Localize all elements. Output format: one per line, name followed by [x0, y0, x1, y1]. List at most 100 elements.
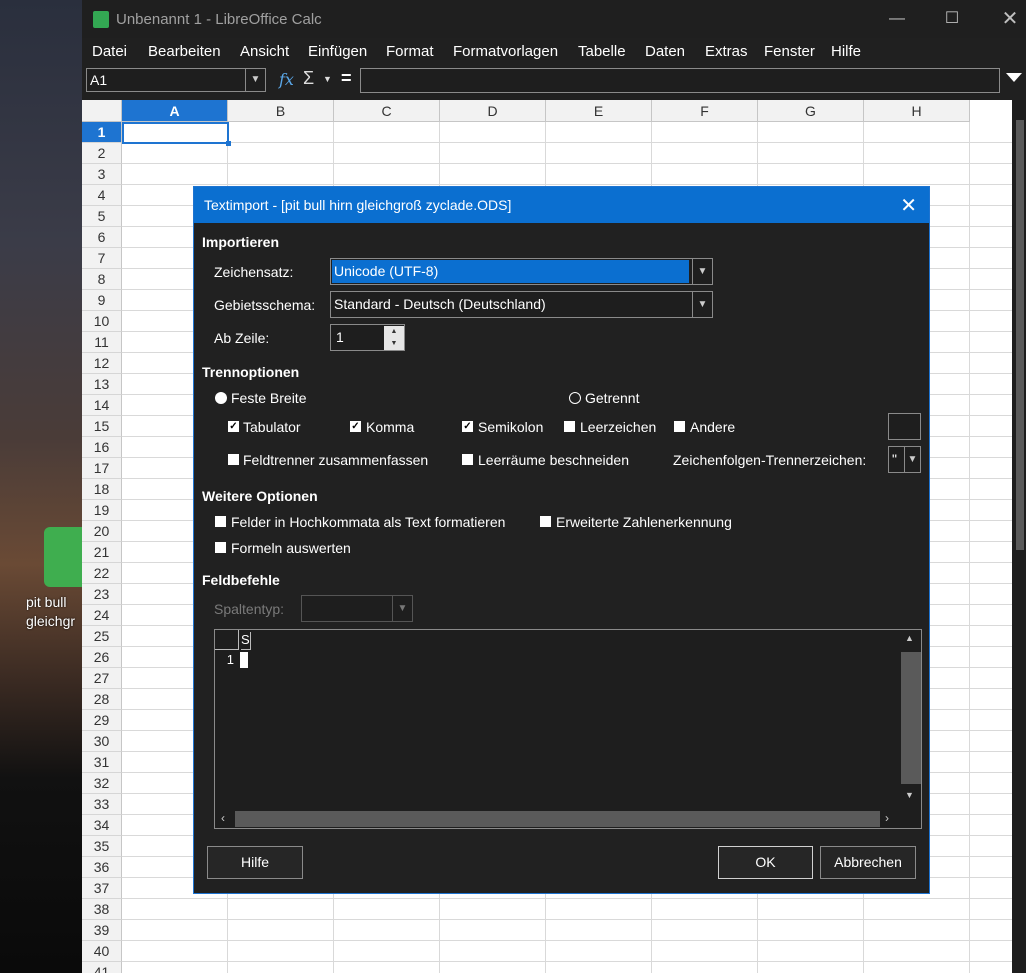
menu-bearbeiten[interactable]: Bearbeiten [148, 43, 221, 60]
fixed-width-label[interactable]: Feste Breite [231, 390, 306, 406]
locale-dropdown[interactable]: Standard - Deutsch (Deutschland) ▼ [330, 291, 713, 318]
chevron-down-icon[interactable]: ▼ [692, 292, 712, 317]
select-all-corner[interactable] [82, 100, 122, 122]
formula-icon[interactable]: = [341, 68, 352, 89]
tab-checkbox[interactable]: ✓ [228, 421, 239, 432]
chevron-down-icon[interactable]: ▼ [392, 596, 412, 621]
separated-label[interactable]: Getrennt [585, 390, 639, 406]
quoted-as-text-label[interactable]: Felder in Hochkommata als Text formatier… [231, 514, 505, 530]
row-header-23[interactable]: 23 [82, 584, 122, 605]
preview-scroll-thumb[interactable] [901, 652, 921, 784]
row-header-31[interactable]: 31 [82, 752, 122, 773]
selected-cell-a1[interactable] [122, 122, 229, 144]
vertical-scrollbar[interactable] [1012, 100, 1026, 973]
preview-cell[interactable] [240, 652, 248, 668]
row-header-30[interactable]: 30 [82, 731, 122, 752]
row-header-7[interactable]: 7 [82, 248, 122, 269]
space-label[interactable]: Leerzeichen [580, 419, 656, 435]
function-wizard-icon[interactable]: 𝑓x [279, 70, 294, 89]
menu-formatvorlagen[interactable]: Formatvorlagen [453, 43, 558, 60]
row-header-18[interactable]: 18 [82, 479, 122, 500]
row-header-12[interactable]: 12 [82, 353, 122, 374]
detect-special-checkbox[interactable] [540, 516, 551, 527]
merge-delimiters-checkbox[interactable] [228, 454, 239, 465]
close-icon[interactable]: ✕ [1000, 9, 1020, 29]
ok-button[interactable]: OK [718, 846, 813, 879]
semicolon-label[interactable]: Semikolon [478, 419, 543, 435]
string-delimiter-dropdown[interactable]: " ▼ [888, 446, 921, 473]
row-header-22[interactable]: 22 [82, 563, 122, 584]
row-header-9[interactable]: 9 [82, 290, 122, 311]
row-header-35[interactable]: 35 [82, 836, 122, 857]
row-header-26[interactable]: 26 [82, 647, 122, 668]
trim-spaces-label[interactable]: Leerräume beschneiden [478, 452, 629, 468]
row-header-10[interactable]: 10 [82, 311, 122, 332]
spin-down-icon[interactable]: ▼ [384, 338, 404, 350]
import-preview[interactable]: S 1 ▲ ▼ ‹ › [214, 629, 922, 829]
column-header-c[interactable]: C [334, 100, 440, 122]
semicolon-checkbox[interactable]: ✓ [462, 421, 473, 432]
cancel-button[interactable]: Abbrechen [820, 846, 916, 879]
tab-label[interactable]: Tabulator [243, 419, 301, 435]
chevron-left-icon[interactable]: ‹ [221, 811, 225, 825]
row-header-36[interactable]: 36 [82, 857, 122, 878]
other-separator-input[interactable] [888, 413, 921, 440]
row-header-20[interactable]: 20 [82, 521, 122, 542]
minimize-icon[interactable]: — [887, 9, 907, 29]
chevron-up-icon[interactable]: ▲ [905, 633, 914, 643]
menu-datei[interactable]: Datei [92, 43, 127, 60]
row-header-11[interactable]: 11 [82, 332, 122, 353]
evaluate-formulas-checkbox[interactable] [215, 542, 226, 553]
formula-input[interactable] [360, 68, 1000, 93]
menu-fenster[interactable]: Fenster [764, 43, 815, 60]
row-header-17[interactable]: 17 [82, 458, 122, 479]
row-header-3[interactable]: 3 [82, 164, 122, 185]
name-box[interactable]: A1 ▼ [86, 68, 266, 92]
scrollbar-thumb[interactable] [1016, 120, 1024, 550]
chevron-down-icon[interactable]: ▼ [245, 69, 265, 91]
row-header-5[interactable]: 5 [82, 206, 122, 227]
other-label[interactable]: Andere [690, 419, 735, 435]
sum-dropdown-icon[interactable]: ▼ [323, 74, 332, 84]
row-header-6[interactable]: 6 [82, 227, 122, 248]
column-header-f[interactable]: F [652, 100, 758, 122]
row-header-34[interactable]: 34 [82, 815, 122, 836]
charset-dropdown[interactable]: Unicode (UTF-8) ▼ [330, 258, 713, 285]
desktop-icon-label[interactable]: pit bull gleichgr [26, 593, 82, 631]
row-header-25[interactable]: 25 [82, 626, 122, 647]
chevron-down-icon[interactable]: ▼ [692, 259, 712, 284]
row-header-37[interactable]: 37 [82, 878, 122, 899]
menu-ansicht[interactable]: Ansicht [240, 43, 289, 60]
help-button[interactable]: Hilfe [207, 846, 303, 879]
close-icon[interactable]: ✕ [900, 193, 917, 218]
preview-hscroll-thumb[interactable] [235, 811, 880, 827]
trim-spaces-checkbox[interactable] [462, 454, 473, 465]
separated-radio[interactable] [569, 392, 581, 404]
chevron-down-icon[interactable]: ▼ [904, 447, 920, 472]
row-header-13[interactable]: 13 [82, 374, 122, 395]
row-header-40[interactable]: 40 [82, 941, 122, 962]
preview-horizontal-scrollbar[interactable]: ‹ › [215, 810, 921, 828]
menu-tabelle[interactable]: Tabelle [578, 43, 626, 60]
column-header-d[interactable]: D [440, 100, 546, 122]
row-header-39[interactable]: 39 [82, 920, 122, 941]
preview-column-header[interactable]: S [241, 632, 251, 650]
merge-delimiters-label[interactable]: Feldtrenner zusammenfassen [243, 452, 428, 468]
sum-icon[interactable]: Σ [303, 68, 314, 89]
menu-einfuegen[interactable]: Einfügen [308, 43, 367, 60]
evaluate-formulas-label[interactable]: Formeln auswerten [231, 540, 351, 556]
row-header-15[interactable]: 15 [82, 416, 122, 437]
space-checkbox[interactable] [564, 421, 575, 432]
row-header-33[interactable]: 33 [82, 794, 122, 815]
fill-handle[interactable] [226, 141, 231, 146]
row-header-8[interactable]: 8 [82, 269, 122, 290]
chevron-down-icon[interactable]: ▼ [905, 790, 914, 800]
comma-checkbox[interactable]: ✓ [350, 421, 361, 432]
row-header-19[interactable]: 19 [82, 500, 122, 521]
menu-extras[interactable]: Extras [705, 43, 748, 60]
comma-label[interactable]: Komma [366, 419, 414, 435]
row-header-41[interactable]: 41 [82, 962, 122, 973]
row-header-14[interactable]: 14 [82, 395, 122, 416]
menu-daten[interactable]: Daten [645, 43, 685, 60]
column-header-b[interactable]: B [228, 100, 334, 122]
